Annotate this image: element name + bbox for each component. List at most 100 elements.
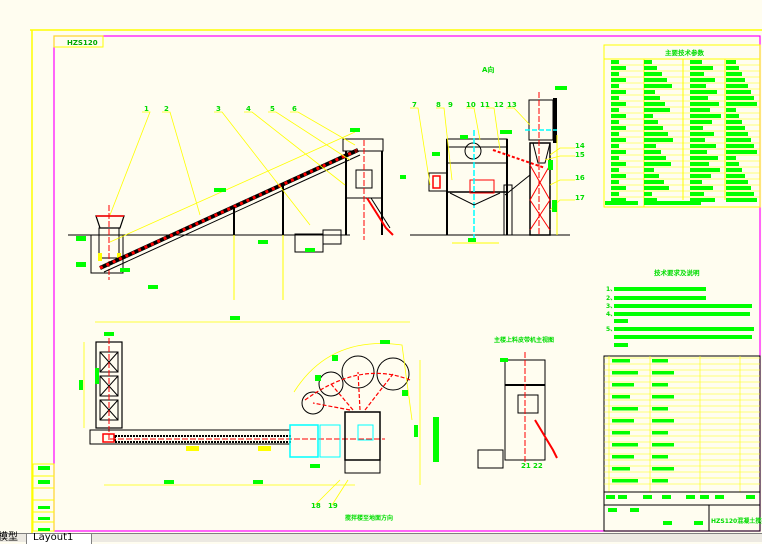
table-cell <box>611 162 626 166</box>
table-cell <box>618 495 627 499</box>
table-cell <box>644 186 669 190</box>
table-cell <box>611 90 626 94</box>
callout-21: 21 <box>521 462 531 470</box>
aggregate-hopper <box>90 205 125 280</box>
table-cell <box>726 186 751 190</box>
table-cell <box>690 150 707 154</box>
table-cell <box>690 72 704 76</box>
side-view-title: 主楼上料皮带机主视图 <box>494 336 554 344</box>
table-cell <box>611 180 619 184</box>
table-cell <box>612 479 638 483</box>
callout-9: 9 <box>448 101 453 109</box>
callout-13: 13 <box>507 101 517 109</box>
table-cell <box>612 395 630 399</box>
table-cell <box>644 132 668 136</box>
table-cell <box>700 495 709 499</box>
callout-15: 15 <box>575 151 585 159</box>
callout-16: 16 <box>575 174 585 182</box>
table-cell <box>644 114 653 118</box>
table-cell <box>652 407 668 411</box>
table-cell <box>690 102 719 106</box>
table-cell <box>644 180 664 184</box>
table-cell <box>644 192 652 196</box>
notes-title: 技术要求及说明 <box>654 268 700 277</box>
table-cell <box>694 521 703 525</box>
tab-model[interactable]: 模型 <box>0 533 24 544</box>
table-cell <box>605 201 638 205</box>
table-cell <box>611 102 626 106</box>
table-cell <box>726 108 736 112</box>
view-label: A向 <box>482 65 494 74</box>
table-cell <box>690 60 702 64</box>
parameter-table: 主要技术参数 <box>603 44 761 208</box>
table-cell <box>726 126 745 130</box>
table-cell <box>644 66 657 70</box>
table-cell <box>662 495 671 499</box>
table-cell <box>612 431 630 435</box>
plan-view: 18 19 搅拌楼至地面方向 <box>79 316 439 522</box>
tab-layout1[interactable]: Layout1 <box>26 533 92 544</box>
table-cell <box>726 192 754 196</box>
callout-18: 18 <box>311 502 321 510</box>
drawing-number: HZS120 <box>67 39 98 47</box>
table-cell <box>644 168 654 172</box>
table-cell <box>726 78 745 82</box>
callout-12: 12 <box>494 101 504 109</box>
table-cell <box>644 156 666 160</box>
table-cell <box>644 108 670 112</box>
table-cell <box>690 84 706 88</box>
inclined-belt-conveyor <box>99 148 361 300</box>
table-cell <box>652 383 668 387</box>
table-cell <box>644 126 663 130</box>
table-cell <box>726 60 736 64</box>
table-cell <box>726 144 754 148</box>
table-cell <box>726 84 748 88</box>
table-cell <box>652 479 668 483</box>
table-cell <box>690 162 709 166</box>
table-cell <box>652 371 674 375</box>
table-cell <box>612 383 634 387</box>
table-cell <box>726 156 736 160</box>
table-cell <box>690 78 715 82</box>
left-margin-strip <box>32 463 55 532</box>
side-view: 主楼上料皮带机主视图 21 22 <box>477 336 558 470</box>
table-cell <box>690 96 708 100</box>
mixing-plant <box>428 130 546 244</box>
table-cell <box>726 198 757 202</box>
cad-drawing-canvas[interactable]: HZS120 1 2 3 4 5 6 7 8 9 10 11 12 13 14 … <box>0 0 762 534</box>
table-cell <box>644 72 662 76</box>
table-cell <box>611 174 626 178</box>
table-cell <box>611 96 619 100</box>
table-cell <box>690 168 720 172</box>
table-cell <box>652 359 668 363</box>
table-cell <box>644 138 673 142</box>
table-cell <box>726 180 748 184</box>
callout-8: 8 <box>436 101 441 109</box>
table-cell <box>726 102 757 106</box>
table-cell <box>686 495 695 499</box>
table-cell <box>652 395 674 399</box>
callout-3: 3 <box>216 105 221 113</box>
table-cell <box>606 495 615 499</box>
table-cell <box>612 455 634 459</box>
table-cell <box>652 443 674 447</box>
table-cell <box>611 132 619 136</box>
table-cell <box>644 84 672 88</box>
table-cell <box>611 108 619 112</box>
table-cell <box>726 150 757 154</box>
technical-notes: 技术要求及说明 1、 2、 3、 4、 5、 <box>606 268 754 347</box>
table-cell <box>726 66 739 70</box>
table-cell <box>612 467 630 471</box>
table-cell <box>611 78 626 82</box>
table-cell <box>611 120 619 124</box>
table-cell <box>644 144 656 148</box>
table-cell <box>611 144 619 148</box>
table-cell <box>726 96 754 100</box>
table-cell <box>690 144 716 148</box>
table-cell <box>726 168 742 172</box>
table-cell <box>612 371 638 375</box>
table-cell <box>611 192 619 196</box>
parameter-table-title: 主要技术参数 <box>665 48 705 57</box>
table-cell <box>726 114 739 118</box>
table-cell <box>644 60 652 64</box>
